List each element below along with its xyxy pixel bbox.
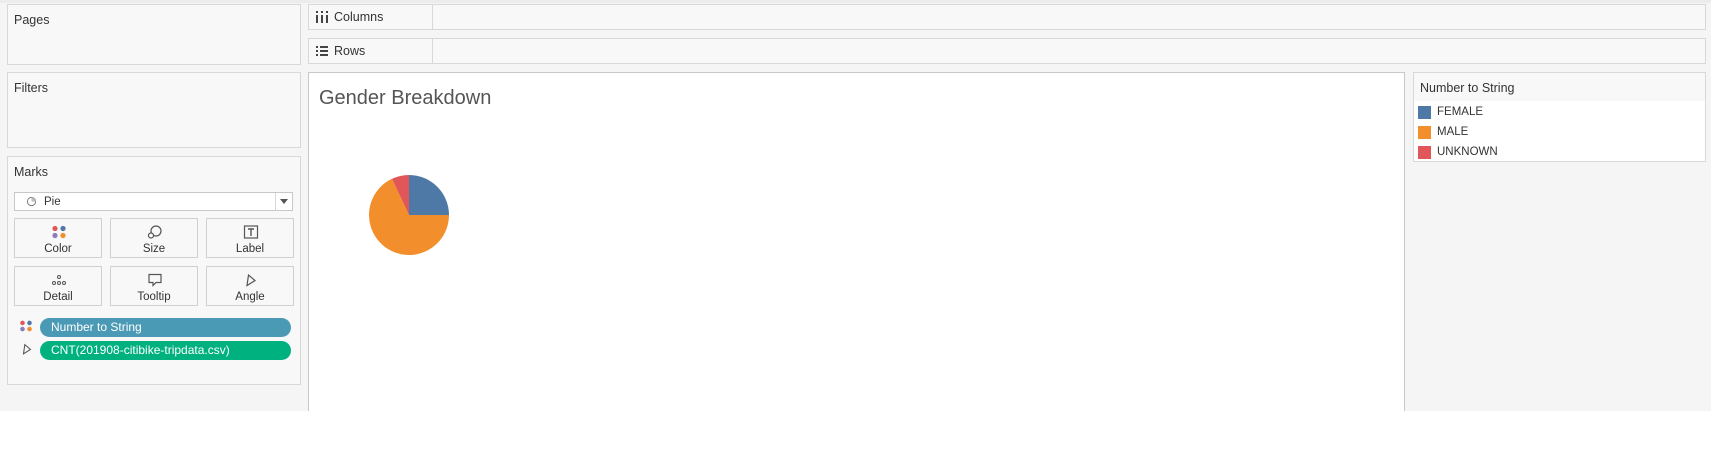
pie-slice-female[interactable] bbox=[409, 175, 449, 215]
legend-swatch bbox=[1418, 146, 1431, 159]
angle-button-label: Angle bbox=[235, 291, 265, 303]
detail-icon bbox=[52, 275, 66, 285]
mark-type-dropdown[interactable]: Pie bbox=[14, 192, 293, 211]
legend-item-label: UNKNOWN bbox=[1437, 146, 1498, 158]
dropdown-arrow-icon[interactable] bbox=[275, 193, 292, 210]
angle-icon bbox=[246, 273, 257, 287]
size-button-label: Size bbox=[142, 243, 166, 255]
top-toolbar-edge bbox=[0, 0, 1711, 3]
legend-swatch bbox=[1418, 126, 1431, 139]
filters-card[interactable]: Filters bbox=[7, 72, 301, 148]
label-button[interactable]: Label bbox=[206, 218, 294, 258]
color-field-pill[interactable]: Number to String bbox=[40, 318, 291, 337]
size-button[interactable]: Size bbox=[110, 218, 198, 258]
size-icon bbox=[147, 225, 162, 239]
rows-icon bbox=[316, 46, 328, 56]
legend-item-label: MALE bbox=[1437, 126, 1469, 138]
pie-chart[interactable] bbox=[349, 155, 469, 275]
label-button-label: Label bbox=[235, 243, 265, 255]
filters-title: Filters bbox=[14, 81, 49, 95]
label-icon bbox=[243, 225, 259, 239]
view-title: Gender Breakdown bbox=[319, 87, 492, 109]
rows-shelf[interactable]: Rows bbox=[308, 38, 1706, 64]
rows-shelf-label: Rows bbox=[309, 39, 433, 63]
columns-shelf-label: Columns bbox=[309, 5, 433, 29]
columns-shelf[interactable]: Columns bbox=[308, 4, 1706, 30]
angle-button[interactable]: Angle bbox=[206, 266, 294, 306]
detail-button[interactable]: Detail bbox=[14, 266, 102, 306]
color-button[interactable]: Color bbox=[14, 218, 102, 258]
marks-card: Marks Pie Color Size Label Detail Toolti… bbox=[7, 156, 301, 385]
color-legend: Number to String FEMALE MALE UNKNOWN bbox=[1413, 72, 1706, 162]
columns-icon bbox=[316, 11, 328, 23]
detail-button-label: Detail bbox=[43, 291, 73, 303]
worksheet-view: Gender Breakdown bbox=[308, 72, 1405, 411]
legend-swatch bbox=[1418, 106, 1431, 119]
columns-label: Columns bbox=[334, 10, 384, 24]
legend-header[interactable]: Number to String bbox=[1414, 73, 1705, 101]
tooltip-button[interactable]: Tooltip bbox=[110, 266, 198, 306]
color-button-label: Color bbox=[44, 243, 72, 255]
color-icon bbox=[20, 320, 32, 332]
tooltip-icon bbox=[148, 273, 162, 287]
angle-icon bbox=[22, 343, 32, 355]
legend-title: Number to String bbox=[1420, 81, 1515, 95]
color-icon bbox=[52, 225, 66, 239]
mark-type-value: Pie bbox=[44, 196, 61, 208]
angle-field-pill[interactable]: CNT(201908-citibike-tripdata.csv) bbox=[40, 341, 291, 360]
tableau-workspace: Pages Filters Marks Pie Color Size Label… bbox=[0, 0, 1711, 411]
pages-title: Pages bbox=[14, 13, 50, 27]
tooltip-button-label: Tooltip bbox=[137, 291, 171, 303]
rows-label: Rows bbox=[334, 44, 366, 58]
pie-icon bbox=[26, 196, 37, 207]
pages-card[interactable]: Pages bbox=[7, 4, 301, 65]
legend-item-label: FEMALE bbox=[1437, 106, 1484, 118]
marks-title: Marks bbox=[14, 165, 49, 179]
